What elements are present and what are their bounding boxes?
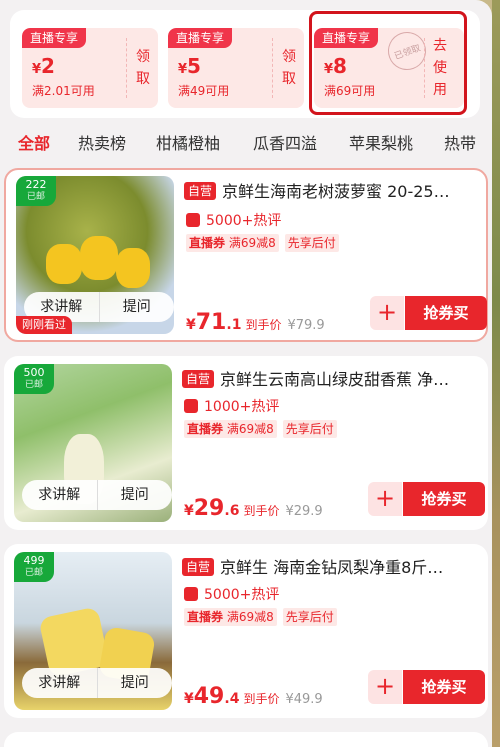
- self-operated-badge: 自营: [182, 558, 215, 576]
- product-list-panel: 直播专享 ¥2 满2.01可用 领取 直播专享 ¥5 满49可用 领取 直播专享…: [0, 0, 492, 747]
- sales-rank-badge: 500 已邮: [14, 364, 54, 394]
- tab-melon[interactable]: 瓜香四溢: [253, 130, 317, 154]
- coupon-card[interactable]: 直播专享 ¥2 满2.01可用 领取: [22, 28, 158, 108]
- coupon-divider: [126, 38, 127, 98]
- tab-all[interactable]: 全部: [18, 130, 50, 154]
- coupon-divider: [272, 38, 273, 98]
- request-explain-button[interactable]: 求讲解: [22, 668, 97, 698]
- product-image-banana[interactable]: 500 已邮 求讲解 提问: [14, 364, 172, 522]
- self-operated-badge: 自营: [184, 182, 217, 200]
- review-count: 1000+热评: [184, 396, 279, 416]
- product-image-jackfruit[interactable]: 222 已邮 求讲解 提问 刚刚看过: [16, 176, 174, 334]
- live-coupon-tag: 直播券 满69减8: [184, 420, 277, 438]
- tab-tropical[interactable]: 热带: [444, 130, 476, 154]
- coupon-tag: 直播专享: [168, 28, 233, 48]
- request-explain-button[interactable]: 求讲解: [22, 480, 97, 510]
- sales-rank-badge: 222 已邮: [16, 176, 56, 206]
- promo-tags: 直播券 满69减8 先享后付: [186, 234, 339, 252]
- review-count: 5000+热评: [186, 210, 281, 230]
- self-operated-badge: 自营: [182, 370, 215, 388]
- thumbs-up-icon: [186, 213, 200, 227]
- buy-with-coupon-button[interactable]: 抢券买: [403, 670, 485, 704]
- thumbs-up-icon: [184, 587, 198, 601]
- price: ¥71.1 到手价 ¥79.9: [186, 310, 325, 335]
- buy-with-coupon-button[interactable]: 抢券买: [405, 296, 487, 330]
- ask-buttons: 求讲解 提问: [22, 668, 172, 698]
- coupon-tag: 直播专享: [22, 28, 87, 48]
- thumbs-up-icon: [184, 399, 198, 413]
- ask-question-button[interactable]: 提问: [96, 668, 173, 698]
- coupon-card[interactable]: 直播专享 ¥5 满49可用 领取: [168, 28, 304, 108]
- add-to-cart-button[interactable]: +: [368, 482, 402, 516]
- product-card[interactable]: 499 已邮 求讲解 提问 自营 京鲜生 海南金钻凤梨净重8斤… 5000+热评 直…: [4, 544, 488, 718]
- product-image-pineapple[interactable]: 499 已邮 求讲解 提问: [14, 552, 172, 710]
- ask-buttons: 求讲解 提问: [22, 480, 172, 510]
- buy-with-coupon-button[interactable]: 抢券买: [403, 482, 485, 516]
- product-card[interactable]: 222 已邮 求讲解 提问 刚刚看过 自营 京鲜生海南老树菠萝蜜 20-25… 50…: [4, 168, 488, 342]
- claim-coupon-button[interactable]: 领取: [130, 28, 156, 108]
- product-title[interactable]: 自营 京鲜生云南高山绿皮甜香蕉 净…: [182, 366, 482, 390]
- price: ¥29.6 到手价 ¥29.9: [184, 496, 323, 521]
- coupon-amount: ¥5: [178, 54, 201, 78]
- promo-tags: 直播券 满69减8 先享后付: [184, 420, 337, 438]
- product-card[interactable]: 500 已邮 求讲解 提问 自营 京鲜生云南高山绿皮甜香蕉 净… 1000+热评 直…: [4, 356, 488, 530]
- coupon-condition: 满49可用: [178, 84, 230, 98]
- review-count: 5000+热评: [184, 584, 279, 604]
- pay-later-tag: 先享后付: [282, 420, 337, 438]
- claim-coupon-button[interactable]: 领取: [276, 28, 302, 108]
- ask-question-button[interactable]: 提问: [98, 292, 175, 322]
- add-to-cart-button[interactable]: +: [370, 296, 404, 330]
- tab-apple-pear[interactable]: 苹果梨桃: [349, 130, 413, 154]
- add-to-cart-button[interactable]: +: [368, 670, 402, 704]
- live-coupon-tag: 直播券 满69减8: [186, 234, 279, 252]
- price: ¥49.4 到手价 ¥49.9: [184, 684, 323, 709]
- pay-later-tag: 先享后付: [284, 234, 339, 252]
- coupon-condition: 满2.01可用: [32, 84, 95, 98]
- product-card-partial[interactable]: [4, 732, 488, 747]
- ask-question-button[interactable]: 提问: [96, 480, 173, 510]
- coupon-amount: ¥2: [32, 54, 55, 78]
- background-edge: [492, 0, 500, 747]
- promo-tags: 直播券 满69减8 先享后付: [184, 608, 337, 626]
- product-title[interactable]: 自营 京鲜生 海南金钻凤梨净重8斤…: [182, 554, 482, 578]
- live-coupon-tag: 直播券 满69减8: [184, 608, 277, 626]
- coupon-highlight-box: [309, 11, 467, 115]
- tab-citrus[interactable]: 柑橘橙柚: [156, 130, 220, 154]
- product-title[interactable]: 自营 京鲜生海南老树菠萝蜜 20-25…: [184, 178, 484, 202]
- tab-hot[interactable]: 热卖榜: [78, 130, 126, 154]
- pay-later-tag: 先享后付: [282, 608, 337, 626]
- category-tabs: 全部 热卖榜 柑橘橙柚 瓜香四溢 苹果梨桃 热带: [0, 130, 492, 156]
- sales-rank-badge: 499 已邮: [14, 552, 54, 582]
- recently-viewed-badge: 刚刚看过: [16, 316, 72, 334]
